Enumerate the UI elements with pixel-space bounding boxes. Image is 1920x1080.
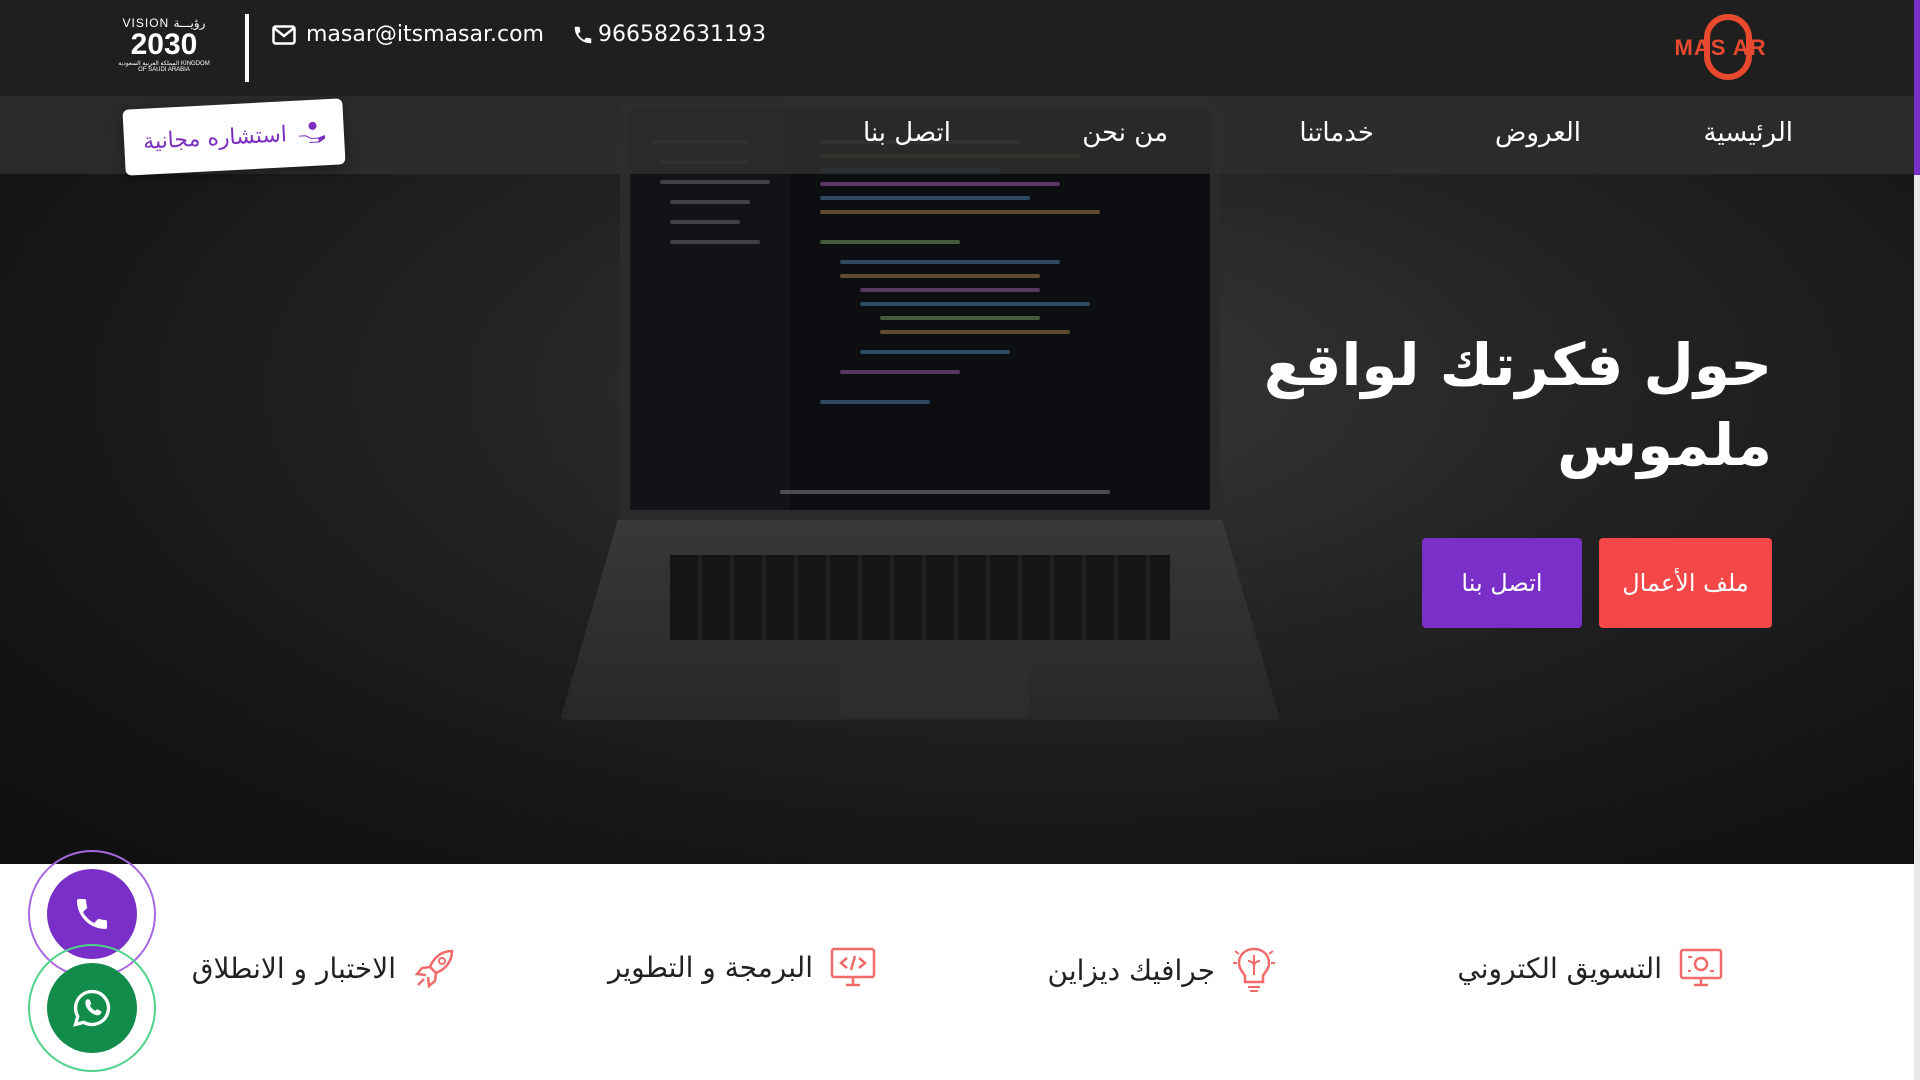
consult-label: استشاره مجانية <box>142 121 288 155</box>
service-item-testing-launch[interactable]: الاختبار و الانطلاق <box>192 945 458 991</box>
service-label: التسويق الكتروني <box>1457 951 1662 985</box>
free-consultation-button[interactable]: استشاره مجانية <box>122 98 346 176</box>
phone-contact[interactable]: 966582631193 <box>572 22 766 47</box>
top-bar: MAS AR 966582631193 masar@itsmasar.com V… <box>0 0 1914 96</box>
phone-icon <box>574 26 592 43</box>
code-monitor-icon <box>830 947 876 987</box>
email-address: masar@itsmasar.com <box>306 22 544 47</box>
whatsapp-float-button[interactable] <box>47 963 137 1053</box>
phone-number: 966582631193 <box>598 22 766 47</box>
nav-item-offers[interactable]: العروض <box>1495 118 1581 148</box>
nav-item-contact[interactable]: اتصل بنا <box>863 118 951 148</box>
hero-title: حول فكرتك لواقع ملموس <box>1263 331 1772 479</box>
scrollbar-thumb[interactable] <box>1914 0 1920 175</box>
logo-text: MAS AR <box>1674 35 1767 60</box>
whatsapp-icon <box>73 989 111 1027</box>
service-label: البرمجة و التطوير <box>607 950 813 984</box>
vision-2030-logo: VISION رؤيـــة 2030 المملكة العربية السع… <box>118 16 210 73</box>
nav-item-about[interactable]: من نحن <box>1082 118 1168 148</box>
service-item-graphic-design[interactable]: جرافيك ديزاين <box>1048 945 1277 995</box>
nav-item-services[interactable]: خدماتنا <box>1299 118 1374 148</box>
phone-icon <box>77 899 107 929</box>
brain-bulb-icon <box>1233 947 1275 992</box>
service-label: الاختبار و الانطلاق <box>191 951 396 985</box>
rocket-icon <box>414 949 454 989</box>
portfolio-button[interactable]: ملف الأعمال <box>1599 538 1772 628</box>
hero-contact-button[interactable]: اتصل بنا <box>1422 538 1582 628</box>
nav-item-home[interactable]: الرئيسية <box>1703 118 1793 148</box>
email-contact[interactable]: masar@itsmasar.com <box>272 22 544 47</box>
envelope-icon <box>272 24 296 45</box>
service-label: جرافيك ديزاين <box>1047 953 1215 987</box>
hand-coin-icon <box>298 121 326 144</box>
marketing-monitor-icon <box>1679 948 1723 987</box>
service-item-marketing[interactable]: التسويق الكتروني <box>1457 945 1724 991</box>
masar-logo[interactable]: MAS AR <box>1648 12 1793 84</box>
service-item-programming[interactable]: البرمجة و التطوير <box>608 945 877 989</box>
header-divider <box>245 14 249 82</box>
